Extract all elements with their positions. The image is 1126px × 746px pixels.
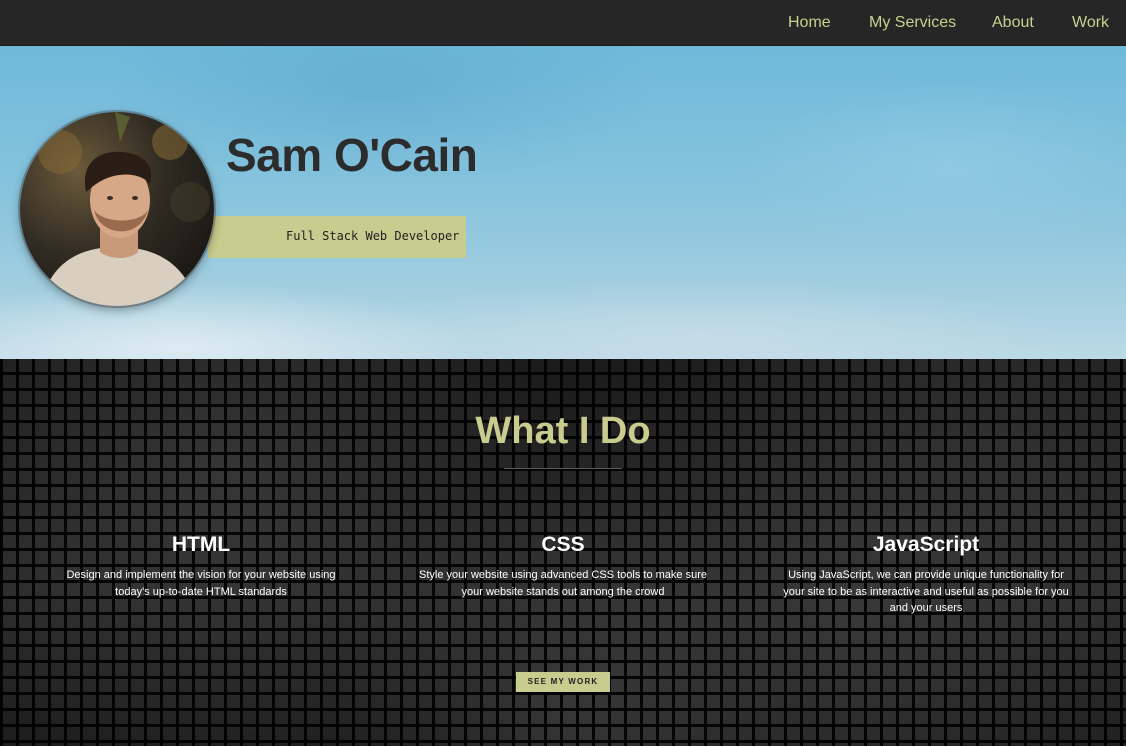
service-desc-css: Style your website using advanced CSS to… xyxy=(403,567,723,600)
nav-link-home[interactable]: Home xyxy=(788,14,831,32)
title-divider xyxy=(504,468,622,469)
service-desc-line: today's up-to-date HTML standards xyxy=(115,585,287,598)
service-desc-html: Design and implement the vision for your… xyxy=(51,567,351,600)
service-title-javascript: JavaScript xyxy=(872,533,980,556)
service-desc-line: and your users xyxy=(889,602,963,614)
service-desc-line: Style your website using advanced CSS to… xyxy=(419,569,707,581)
service-title-html: HTML xyxy=(171,533,231,556)
profile-photo-icon xyxy=(20,112,214,306)
hero-tagline: Full Stack Web Developer xyxy=(286,229,460,243)
service-desc-line: Using JavaScript, we can provide unique … xyxy=(788,569,1064,581)
hero-name: Sam O'Cain xyxy=(226,129,478,181)
service-desc-line: your site to be as interactive and usefu… xyxy=(783,585,1069,598)
nav-link-work[interactable]: Work xyxy=(1072,14,1109,32)
top-nav: Home My Services About Work xyxy=(0,0,1126,46)
section-title: What I Do xyxy=(475,410,651,452)
nav-link-about[interactable]: About xyxy=(992,14,1034,32)
nav-link-my-services[interactable]: My Services xyxy=(869,14,956,32)
see-my-work-button[interactable]: SEE MY WORK xyxy=(516,672,610,692)
service-desc-line: Design and implement the vision for your… xyxy=(66,569,336,581)
service-desc-line: your website stands out among the crowd xyxy=(461,585,665,598)
service-title-css: CSS xyxy=(541,533,585,556)
service-desc-javascript: Using JavaScript, we can provide unique … xyxy=(771,567,1081,617)
profile-avatar xyxy=(20,112,214,306)
